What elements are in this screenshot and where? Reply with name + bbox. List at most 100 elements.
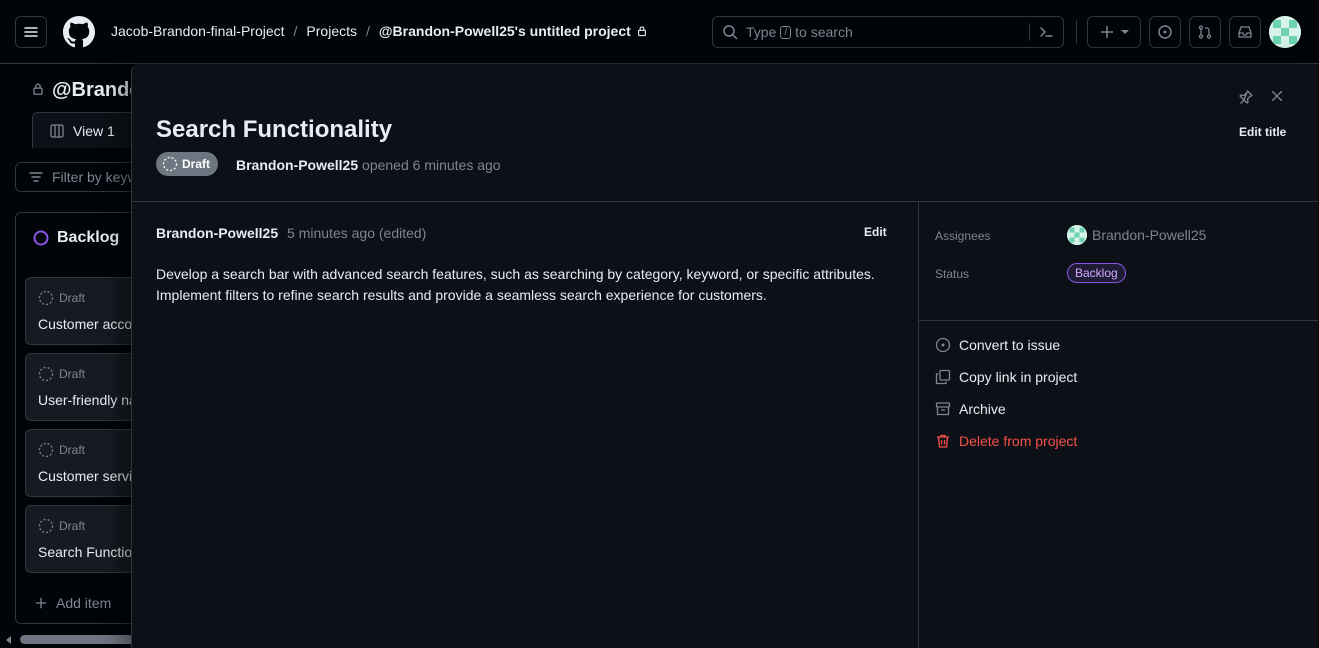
horizontal-scrollbar[interactable]	[0, 632, 140, 648]
opened-meta: Brandon-Powell25 opened 6 minutes ago	[236, 157, 501, 173]
breadcrumb-owner-link[interactable]: Jacob-Brandon-final-Project	[111, 23, 285, 39]
card-status-label: Draft	[59, 443, 86, 457]
divider	[919, 320, 1318, 321]
card-status: Draft	[38, 442, 85, 458]
delete-from-project-button[interactable]: Delete from project	[935, 429, 1077, 453]
divider	[1029, 23, 1030, 41]
status-label: Status	[935, 267, 970, 281]
opened-time: opened 6 minutes ago	[362, 157, 501, 173]
git-pull-request-icon	[1198, 25, 1212, 39]
breadcrumb: Jacob-Brandon-final-Project / Projects /…	[111, 23, 648, 39]
breadcrumb-project-link[interactable]: @Brandon-Powell25's untitled project	[379, 23, 631, 39]
plus-icon	[1101, 26, 1113, 38]
project-title: @Brando	[52, 79, 142, 101]
command-palette-icon[interactable]	[1038, 24, 1054, 40]
card-status-label: Draft	[59, 291, 86, 305]
inbox-button[interactable]	[1229, 16, 1261, 48]
create-new-button[interactable]	[1087, 16, 1141, 48]
hamburger-icon	[24, 27, 38, 37]
scroll-left-icon[interactable]	[4, 635, 14, 645]
page-title: Search Functionality	[156, 116, 393, 143]
convert-to-issue-button[interactable]: Convert to issue	[935, 333, 1060, 357]
github-logo-icon[interactable]	[63, 16, 95, 53]
comment-author-link[interactable]: Brandon-Powell25	[156, 225, 278, 241]
scrollbar-thumb[interactable]	[20, 635, 135, 644]
comment-header: Brandon-Powell25 5 minutes ago (edited)	[156, 225, 426, 241]
search-shortcut-key: /	[780, 25, 792, 39]
tab-view-1[interactable]: View 1	[32, 112, 142, 148]
search-icon	[723, 25, 738, 40]
plus-icon	[35, 597, 47, 609]
comment-body: Develop a search bar with advanced searc…	[156, 264, 896, 306]
breadcrumb-separator: /	[366, 23, 370, 39]
archive-icon	[935, 402, 951, 416]
issue-opened-icon	[1158, 25, 1172, 39]
search-placeholder: Type	[746, 24, 777, 40]
status-badge-label: Draft	[182, 157, 211, 171]
close-icon	[1271, 90, 1283, 102]
assignee-field[interactable]: Brandon-Powell25	[1067, 225, 1206, 245]
breadcrumb-separator: /	[293, 23, 298, 39]
filter-placeholder: Filter by keyw	[52, 169, 138, 185]
search-input[interactable]: Type / to search	[712, 16, 1064, 48]
user-avatar[interactable]	[1269, 16, 1301, 48]
card-title[interactable]: User-friendly na	[38, 392, 137, 408]
card-title[interactable]: Search Functior	[38, 544, 137, 560]
copy-link-button[interactable]: Copy link in project	[935, 365, 1077, 389]
trash-icon	[937, 434, 949, 448]
draft-issue-icon	[38, 290, 54, 306]
table-icon	[50, 123, 64, 138]
divider	[132, 201, 1318, 202]
column-header: Backlog	[33, 229, 119, 247]
breadcrumb-projects-link[interactable]: Projects	[306, 23, 357, 39]
pin-button[interactable]	[1234, 85, 1258, 109]
card-title[interactable]: Customer accou	[38, 316, 140, 332]
card-status-label: Draft	[59, 519, 86, 533]
action-label: Archive	[959, 401, 1006, 417]
action-label: Copy link in project	[959, 369, 1078, 385]
card-status: Draft	[38, 290, 85, 306]
status-field[interactable]: Backlog	[1067, 263, 1126, 283]
edit-title-button[interactable]: Edit title	[1239, 125, 1286, 139]
menu-button[interactable]	[15, 16, 47, 48]
item-detail-panel: Search Functionality Edit title Draft Br…	[131, 64, 1318, 648]
filter-icon	[29, 172, 43, 182]
issues-button[interactable]	[1149, 16, 1181, 48]
card-title[interactable]: Customer servic	[38, 468, 139, 484]
card-status-label: Draft	[59, 367, 86, 381]
draft-issue-icon	[38, 518, 54, 534]
status-badge: Draft	[156, 152, 219, 176]
action-label: Convert to issue	[959, 337, 1061, 353]
top-navigation-bar: Jacob-Brandon-final-Project / Projects /…	[0, 0, 1319, 64]
issue-opened-icon	[935, 337, 951, 353]
pin-icon	[1239, 90, 1253, 104]
card-status: Draft	[38, 366, 85, 382]
column-title: Backlog	[57, 229, 120, 246]
card-status: Draft	[38, 518, 85, 534]
assignee-name: Brandon-Powell25	[1092, 227, 1207, 243]
edit-comment-button[interactable]: Edit	[864, 225, 887, 239]
add-item-button[interactable]: Add item	[34, 595, 111, 611]
search-placeholder-suffix: to search	[795, 24, 853, 40]
chevron-down-icon	[1121, 30, 1129, 34]
tab-label: View 1	[73, 122, 115, 139]
status-circle-icon	[33, 230, 49, 246]
lock-icon	[637, 26, 646, 37]
draft-issue-icon	[38, 366, 54, 382]
assignees-label: Assignees	[935, 229, 991, 243]
comment-body-line: Develop a search bar with advanced searc…	[156, 266, 875, 282]
close-button[interactable]	[1265, 84, 1289, 108]
lock-icon	[33, 83, 43, 95]
pull-requests-button[interactable]	[1189, 16, 1221, 48]
archive-button[interactable]: Archive	[935, 397, 1006, 421]
copy-icon	[935, 369, 951, 385]
comment-time: 5 minutes ago (edited)	[287, 225, 427, 241]
draft-issue-icon	[38, 442, 54, 458]
author-link[interactable]: Brandon-Powell25	[236, 157, 358, 173]
divider	[1076, 20, 1077, 44]
inbox-icon	[1238, 26, 1252, 38]
draft-issue-icon	[162, 156, 178, 172]
avatar	[1067, 225, 1087, 245]
add-item-label: Add item	[56, 595, 112, 611]
comment-body-line: Implement filters to refine search resul…	[156, 287, 767, 303]
